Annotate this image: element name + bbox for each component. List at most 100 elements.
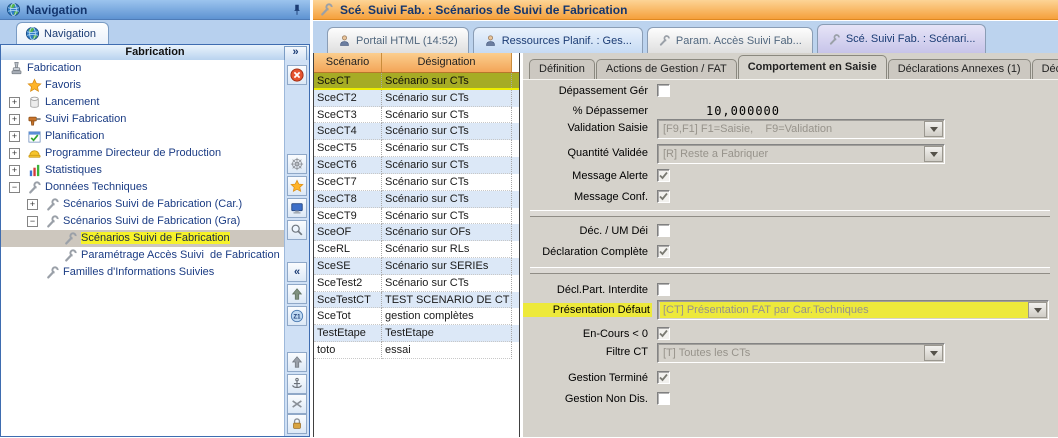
wrench-icon bbox=[319, 2, 334, 17]
grid-cell-designation: Scénario sur CTs bbox=[382, 157, 512, 174]
star-button[interactable] bbox=[287, 176, 307, 196]
grid-row[interactable]: TestEtapeTestEtape bbox=[314, 325, 519, 342]
grid-row[interactable]: SceTotgestion complètes bbox=[314, 308, 519, 325]
chevron-down-icon bbox=[930, 351, 938, 356]
dropdown-disabled[interactable]: [R] Reste a Fabriquer bbox=[657, 144, 945, 164]
dropdown-disabled[interactable]: [T] Toutes les CTs bbox=[657, 343, 945, 363]
grid-row[interactable]: SceCT2Scénario sur CTs bbox=[314, 90, 519, 107]
tree-item[interactable]: +Scénarios Suivi de Fabrication (Car.) bbox=[1, 196, 284, 213]
grid-row[interactable]: SceCT7Scénario sur CTs bbox=[314, 174, 519, 191]
expand-toggle-icon[interactable]: + bbox=[9, 165, 20, 176]
dropdown-arrow-button[interactable] bbox=[924, 345, 943, 361]
checkbox-unchecked[interactable] bbox=[657, 392, 670, 405]
grid-row[interactable]: SceCT8Scénario sur CTs bbox=[314, 191, 519, 208]
tree-item[interactable]: Familles d'Informations Suivies bbox=[1, 264, 284, 281]
pin-icon[interactable] bbox=[290, 3, 304, 17]
tree-item[interactable]: Paramétrage Accès Suivi de Fabrication bbox=[1, 247, 284, 264]
checkbox-unchecked[interactable] bbox=[657, 283, 670, 296]
tree-item-label: Suivi Fabrication bbox=[45, 113, 126, 125]
arrow-up-green-button[interactable] bbox=[287, 284, 307, 304]
field-label: % Dépassemer bbox=[523, 105, 648, 117]
expand-toggle-icon[interactable]: + bbox=[9, 114, 20, 125]
collapse-toggle-icon[interactable]: − bbox=[9, 182, 20, 193]
grid-row[interactable]: totoessai bbox=[314, 342, 519, 359]
grid-cell-scenario: SceCT5 bbox=[314, 140, 382, 157]
grid-row[interactable]: SceOFScénario sur OFs bbox=[314, 224, 519, 241]
expand-panel-button[interactable]: » bbox=[284, 46, 307, 61]
field-label: Validation Saisie bbox=[523, 122, 648, 134]
grid-row[interactable]: SceCT3Scénario sur CTs bbox=[314, 107, 519, 124]
dropdown-disabled[interactable]: [CT] Présentation FAT par Car.Techniques bbox=[657, 300, 1049, 320]
tree-item[interactable]: + Suivi Fabrication bbox=[1, 111, 284, 128]
grid-row[interactable]: SceTestCTTEST SCENARIO DE CT bbox=[314, 292, 519, 309]
tree-item[interactable]: Fabrication bbox=[1, 60, 284, 77]
wrench-icon bbox=[63, 248, 78, 263]
x-mark-button[interactable] bbox=[287, 394, 307, 414]
expand-toggle-icon[interactable]: + bbox=[9, 97, 20, 108]
document-tab[interactable]: Scé. Suivi Fab. : Scénari... bbox=[817, 24, 987, 53]
tree-item-label: Lancement bbox=[45, 96, 99, 108]
tree-item[interactable]: Favoris bbox=[1, 77, 284, 94]
form-tab[interactable]: Comportement en Saisie bbox=[738, 55, 887, 79]
close-red-button[interactable] bbox=[287, 65, 307, 85]
tree-item[interactable]: −Scénarios Suivi de Fabrication (Gra) bbox=[1, 213, 284, 230]
field-label: Message Alerte bbox=[523, 170, 648, 182]
monitor-button[interactable] bbox=[287, 198, 307, 218]
checkbox-unchecked[interactable] bbox=[657, 224, 670, 237]
grid-row[interactable]: SceCT4Scénario sur CTs bbox=[314, 123, 519, 140]
form-tab[interactable]: Déclarations Annexes (1) bbox=[888, 59, 1031, 79]
collapse-toggle-icon[interactable]: − bbox=[27, 216, 38, 227]
grid-row[interactable]: SceCT6Scénario sur CTs bbox=[314, 157, 519, 174]
field-label: Gestion Non Dis. bbox=[523, 393, 648, 405]
grid-row[interactable]: SceRLScénario sur RLs bbox=[314, 241, 519, 258]
grid-row[interactable]: SceTest2Scénario sur CTs bbox=[314, 275, 519, 292]
expand-toggle-icon[interactable]: + bbox=[9, 148, 20, 159]
grid-row[interactable]: SceSEScénario sur SERIEs bbox=[314, 258, 519, 275]
magnifier-button[interactable] bbox=[287, 220, 307, 240]
tree-item[interactable]: +Programme Directeur de Production bbox=[1, 145, 284, 162]
tree-item[interactable]: + Lancement bbox=[1, 94, 284, 111]
dropdown-disabled[interactable]: [F9,F1] F1=Saisie, F9=Validation bbox=[657, 119, 945, 139]
tree-item[interactable]: +Statistiques bbox=[1, 162, 284, 179]
tree-item[interactable]: +Planification bbox=[1, 128, 284, 145]
zoom-z1-button[interactable]: Z1 bbox=[287, 306, 307, 326]
expand-toggle-icon[interactable]: + bbox=[9, 131, 20, 142]
checkbox-checked[interactable] bbox=[657, 245, 670, 258]
dropdown-arrow-button[interactable] bbox=[1028, 302, 1047, 318]
form-tab[interactable]: Définition bbox=[529, 59, 595, 79]
form-tab[interactable]: Déclarations bbox=[1032, 59, 1058, 79]
wheel-button[interactable] bbox=[287, 154, 307, 174]
document-tab[interactable]: Param. Accès Suivi Fab... bbox=[647, 27, 813, 53]
grid-row[interactable]: SceCT5Scénario sur CTs bbox=[314, 140, 519, 157]
zoom-z1-icon: Z1 bbox=[290, 309, 304, 323]
checkbox-checked[interactable] bbox=[657, 190, 670, 203]
anchor-button[interactable] bbox=[287, 374, 307, 394]
checkbox-checked[interactable] bbox=[657, 327, 670, 340]
expand-toggle-icon[interactable]: + bbox=[27, 199, 38, 210]
dropdown-arrow-button[interactable] bbox=[924, 121, 943, 137]
tab-navigation[interactable]: Navigation bbox=[16, 22, 109, 44]
document-title-bar: Scé. Suivi Fab. : Scénarios de Suivi de … bbox=[313, 0, 1058, 20]
application-window: Navigation Navigation Fabrication » Fabr… bbox=[0, 0, 1058, 437]
wrench-icon bbox=[828, 33, 841, 46]
lock-button[interactable] bbox=[287, 414, 307, 434]
form-tab[interactable]: Actions de Gestion / FAT bbox=[596, 59, 737, 79]
grid-column-header[interactable]: Scénario bbox=[314, 53, 382, 72]
checkbox-unchecked[interactable] bbox=[657, 84, 670, 97]
document-tab[interactable]: Ressources Planif. : Ges... bbox=[473, 27, 643, 53]
checkbox-checked[interactable] bbox=[657, 169, 670, 182]
chart-icon bbox=[27, 163, 42, 178]
grid-cell-scenario: SceCT bbox=[314, 73, 382, 88]
tree-item[interactable]: Scénarios Suivi de Fabrication bbox=[1, 230, 284, 247]
checkbox-checked[interactable] bbox=[657, 371, 670, 384]
document-tab[interactable]: Portail HTML (14:52) bbox=[327, 27, 469, 53]
grid-row[interactable]: SceCTScénario sur CTs bbox=[314, 73, 519, 90]
grid-column-header[interactable]: Désignation bbox=[382, 53, 512, 72]
tree-item[interactable]: −Données Techniques bbox=[1, 179, 284, 196]
wrench-icon bbox=[45, 214, 60, 229]
arrow-up-gray-button[interactable] bbox=[287, 352, 307, 372]
chevrons-left-button[interactable]: « bbox=[287, 262, 307, 282]
dropdown-arrow-button[interactable] bbox=[924, 146, 943, 162]
grid-row[interactable]: SceCT9Scénario sur CTs bbox=[314, 208, 519, 225]
grid-cell-scenario: SceCT8 bbox=[314, 191, 382, 208]
